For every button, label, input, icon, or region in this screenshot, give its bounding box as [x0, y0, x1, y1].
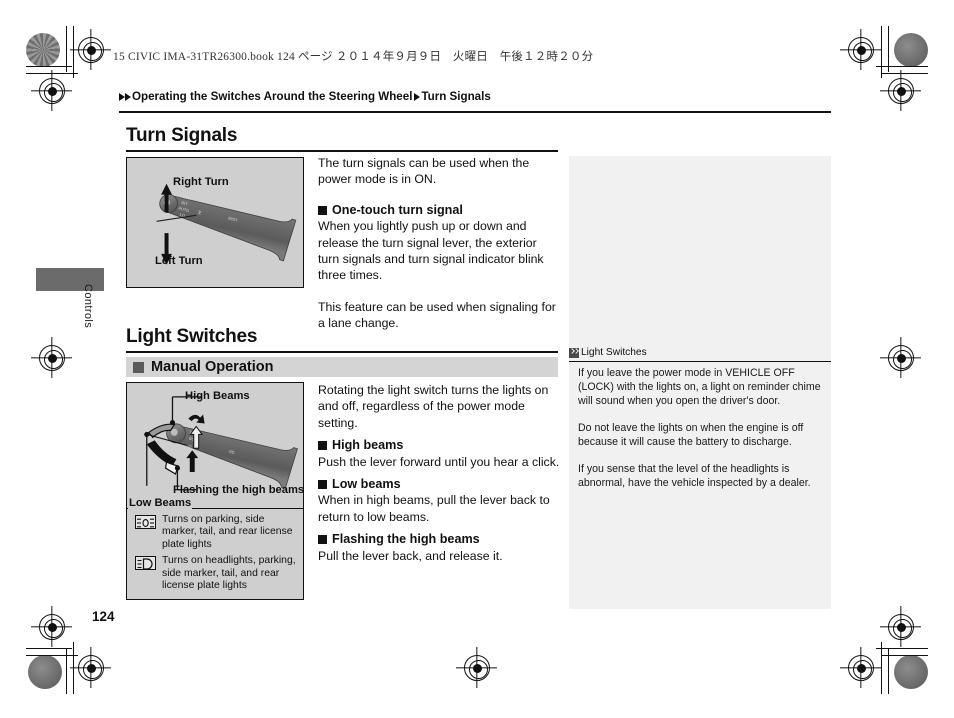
registration-mark [848, 655, 874, 681]
registration-mark [78, 37, 104, 63]
breadcrumb-part-2: Turn Signals [421, 90, 491, 103]
color-blob-bottom-right [894, 655, 928, 689]
registration-mark [888, 345, 914, 371]
double-chevron-icon [569, 347, 579, 358]
low-beams-body: When in high beams, pull the lever back … [318, 493, 550, 524]
crop-line [73, 26, 75, 78]
color-blob-top-left [26, 33, 60, 67]
registration-mark [78, 655, 104, 681]
print-header: 15 CIVIC IMA-31TR26300.book 124 ページ ２０１４… [113, 51, 594, 63]
chapter-thumb-tab-label: Controls [82, 284, 94, 329]
crop-line [881, 642, 883, 694]
figure-label-high-beams: High Beams [185, 390, 250, 402]
info-paragraph: If you sense that the level of the headl… [578, 463, 811, 489]
registration-mark [39, 345, 65, 371]
info-panel-title: Light Switches [581, 347, 647, 358]
bullet-square-icon [318, 479, 327, 489]
registration-mark [39, 78, 65, 104]
figure-label-flashing-high-beams: Flashing the high beams [173, 484, 304, 496]
heading-flashing-high-beams: Flashing the high beams [318, 531, 562, 547]
info-panel-header: Light Switches [569, 345, 831, 360]
breadcrumb-part-1: Operating the Switches Around the Steeri… [132, 90, 413, 103]
page-number: 124 [92, 609, 115, 624]
crop-line [26, 66, 72, 68]
registration-mark [888, 614, 914, 640]
page-title-turn-signals: Turn Signals [126, 125, 238, 146]
legend-item: Turns on headlights, parking, side marke… [135, 555, 297, 592]
heading-low-beams: Low beams [318, 476, 562, 492]
turn-signals-rule [126, 150, 558, 152]
crop-line [882, 73, 928, 75]
heading-high-beams: High beams [318, 437, 562, 453]
figure-turn-signal-lever: OFF INT AUTO LO HI MIST Right Turn Left … [126, 157, 304, 288]
heading-text: Low beams [332, 477, 401, 492]
heading-one-touch-turn-signal: One-touch turn signal [318, 202, 560, 218]
high-beams-body: Push the lever forward until you hear a … [318, 454, 560, 469]
info-paragraph: If you leave the power mode in VEHICLE O… [578, 367, 821, 407]
crop-line [876, 648, 928, 650]
bullet-square-icon [318, 534, 327, 544]
figure-light-switch-lever: AUTO ED EOE O ↺D High Beams Flashing the… [126, 382, 304, 509]
bullet-square-icon [133, 361, 144, 373]
one-touch-turn-signal-body: When you lightly push up or down and rel… [318, 219, 544, 283]
info-panel-rule [569, 361, 831, 363]
page-title-light-switches: Light Switches [126, 326, 258, 347]
legend-item: Turns on parking, side marker, tail, and… [135, 514, 297, 551]
flashing-high-beams-body: Pull the lever back, and release it. [318, 548, 503, 563]
turn-signals-text-column: The turn signals can be used when the po… [318, 155, 560, 332]
registration-mark [888, 78, 914, 104]
crop-line [876, 66, 928, 68]
subsection-manual-operation: Manual Operation [126, 357, 558, 377]
heading-text: One-touch turn signal [332, 202, 463, 217]
heading-text: High beams [332, 438, 404, 453]
bullet-square-icon [318, 440, 327, 450]
legend-item-text: Turns on headlights, parking, side marke… [162, 555, 296, 592]
figure-label-right-turn: Right Turn [173, 176, 229, 188]
headlights-icon [135, 556, 156, 571]
svg-text:O: O [188, 444, 192, 450]
light-switches-rule [126, 351, 558, 353]
triangle-icon [414, 92, 421, 101]
light-switches-text-column: Rotating the light switch turns the ligh… [318, 382, 562, 564]
registration-mark [39, 614, 65, 640]
heading-text: Flashing the high beams [332, 532, 480, 547]
color-blob-bottom-left [28, 655, 62, 689]
figure-label-low-beams: Low Beams [128, 497, 193, 509]
figure-label-left-turn: Left Turn [155, 255, 203, 267]
subsection-label: Manual Operation [151, 359, 274, 375]
crop-line [26, 648, 72, 650]
crop-line [881, 26, 883, 78]
triangle-icon [125, 92, 131, 101]
turn-signals-intro: The turn signals can be used when the po… [318, 156, 530, 187]
color-blob-top-right [894, 33, 928, 67]
parking-lights-icon [135, 515, 156, 529]
crop-line [882, 655, 928, 657]
registration-mark [464, 655, 490, 681]
registration-mark [848, 37, 874, 63]
info-panel-body: If you leave the power mode in VEHICLE O… [578, 366, 828, 490]
legend-item-text: Turns on parking, side marker, tail, and… [162, 514, 293, 550]
breadcrumb-rule [119, 111, 831, 113]
crop-line [26, 655, 78, 657]
info-paragraph: Do not leave the lights on when the engi… [578, 422, 804, 448]
turn-signals-closing: This feature can be used when signaling … [318, 299, 556, 331]
breadcrumb: Operating the Switches Around the Steeri… [119, 90, 491, 103]
light-switch-legend: Turns on parking, side marker, tail, and… [126, 509, 304, 601]
bullet-square-icon [318, 205, 327, 215]
light-switches-intro: Rotating the light switch turns the ligh… [318, 383, 549, 430]
